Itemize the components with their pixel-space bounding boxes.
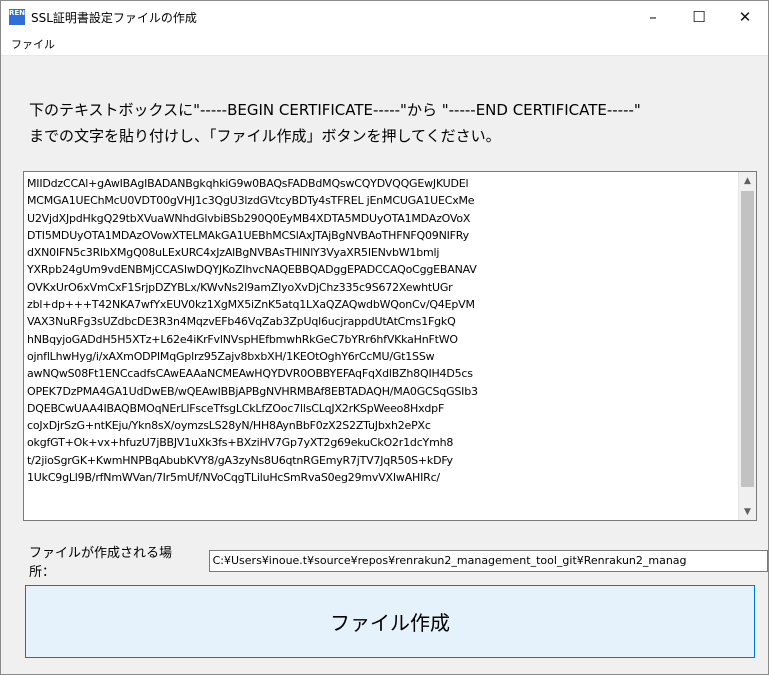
close-button[interactable]: ✕ bbox=[722, 1, 768, 33]
minimize-button[interactable]: – bbox=[630, 1, 676, 33]
maximize-button[interactable]: ☐ bbox=[676, 1, 722, 33]
scroll-thumb[interactable] bbox=[741, 191, 754, 487]
location-label: ファイルが作成される場所： bbox=[29, 546, 173, 580]
location-row: ファイルが作成される場所： C:¥Users¥inoue.t¥source¥re… bbox=[29, 542, 768, 580]
certificate-textbox[interactable]: MIIDdzCCAl+gAwIBAgIBADANBgkqhkiG9w0BAQsF… bbox=[23, 171, 757, 521]
instruction-line-2: までの文字を貼り付けし、「ファイル作成」ボタンを押してください。 bbox=[29, 127, 501, 145]
scroll-up-arrow-icon[interactable]: ▲ bbox=[739, 172, 756, 189]
scroll-down-arrow-icon[interactable]: ▼ bbox=[739, 503, 756, 520]
title-bar[interactable]: REN SSL証明書設定ファイルの作成 – ☐ ✕ bbox=[1, 1, 768, 33]
window-controls: – ☐ ✕ bbox=[630, 1, 768, 33]
create-file-button[interactable]: ファイル作成 bbox=[25, 585, 755, 658]
window-title: SSL証明書設定ファイルの作成 bbox=[31, 10, 197, 25]
app-window: REN SSL証明書設定ファイルの作成 – ☐ ✕ ファイル 下のテキストボック… bbox=[0, 0, 769, 675]
instructions: 下のテキストボックスに"-----BEGIN CERTIFICATE-----"… bbox=[29, 97, 641, 149]
menu-item-file[interactable]: ファイル bbox=[11, 36, 55, 52]
app-icon: REN bbox=[9, 9, 25, 25]
instruction-line-1: 下のテキストボックスに"-----BEGIN CERTIFICATE-----"… bbox=[29, 101, 641, 119]
location-path-field[interactable]: C:¥Users¥inoue.t¥source¥repos¥renrakun2_… bbox=[208, 550, 768, 572]
menu-bar: ファイル bbox=[1, 33, 768, 56]
certificate-text[interactable]: MIIDdzCCAl+gAwIBAgIBADANBgkqhkiG9w0BAQsF… bbox=[27, 175, 734, 520]
vertical-scrollbar[interactable]: ▲ ▼ bbox=[738, 172, 756, 520]
